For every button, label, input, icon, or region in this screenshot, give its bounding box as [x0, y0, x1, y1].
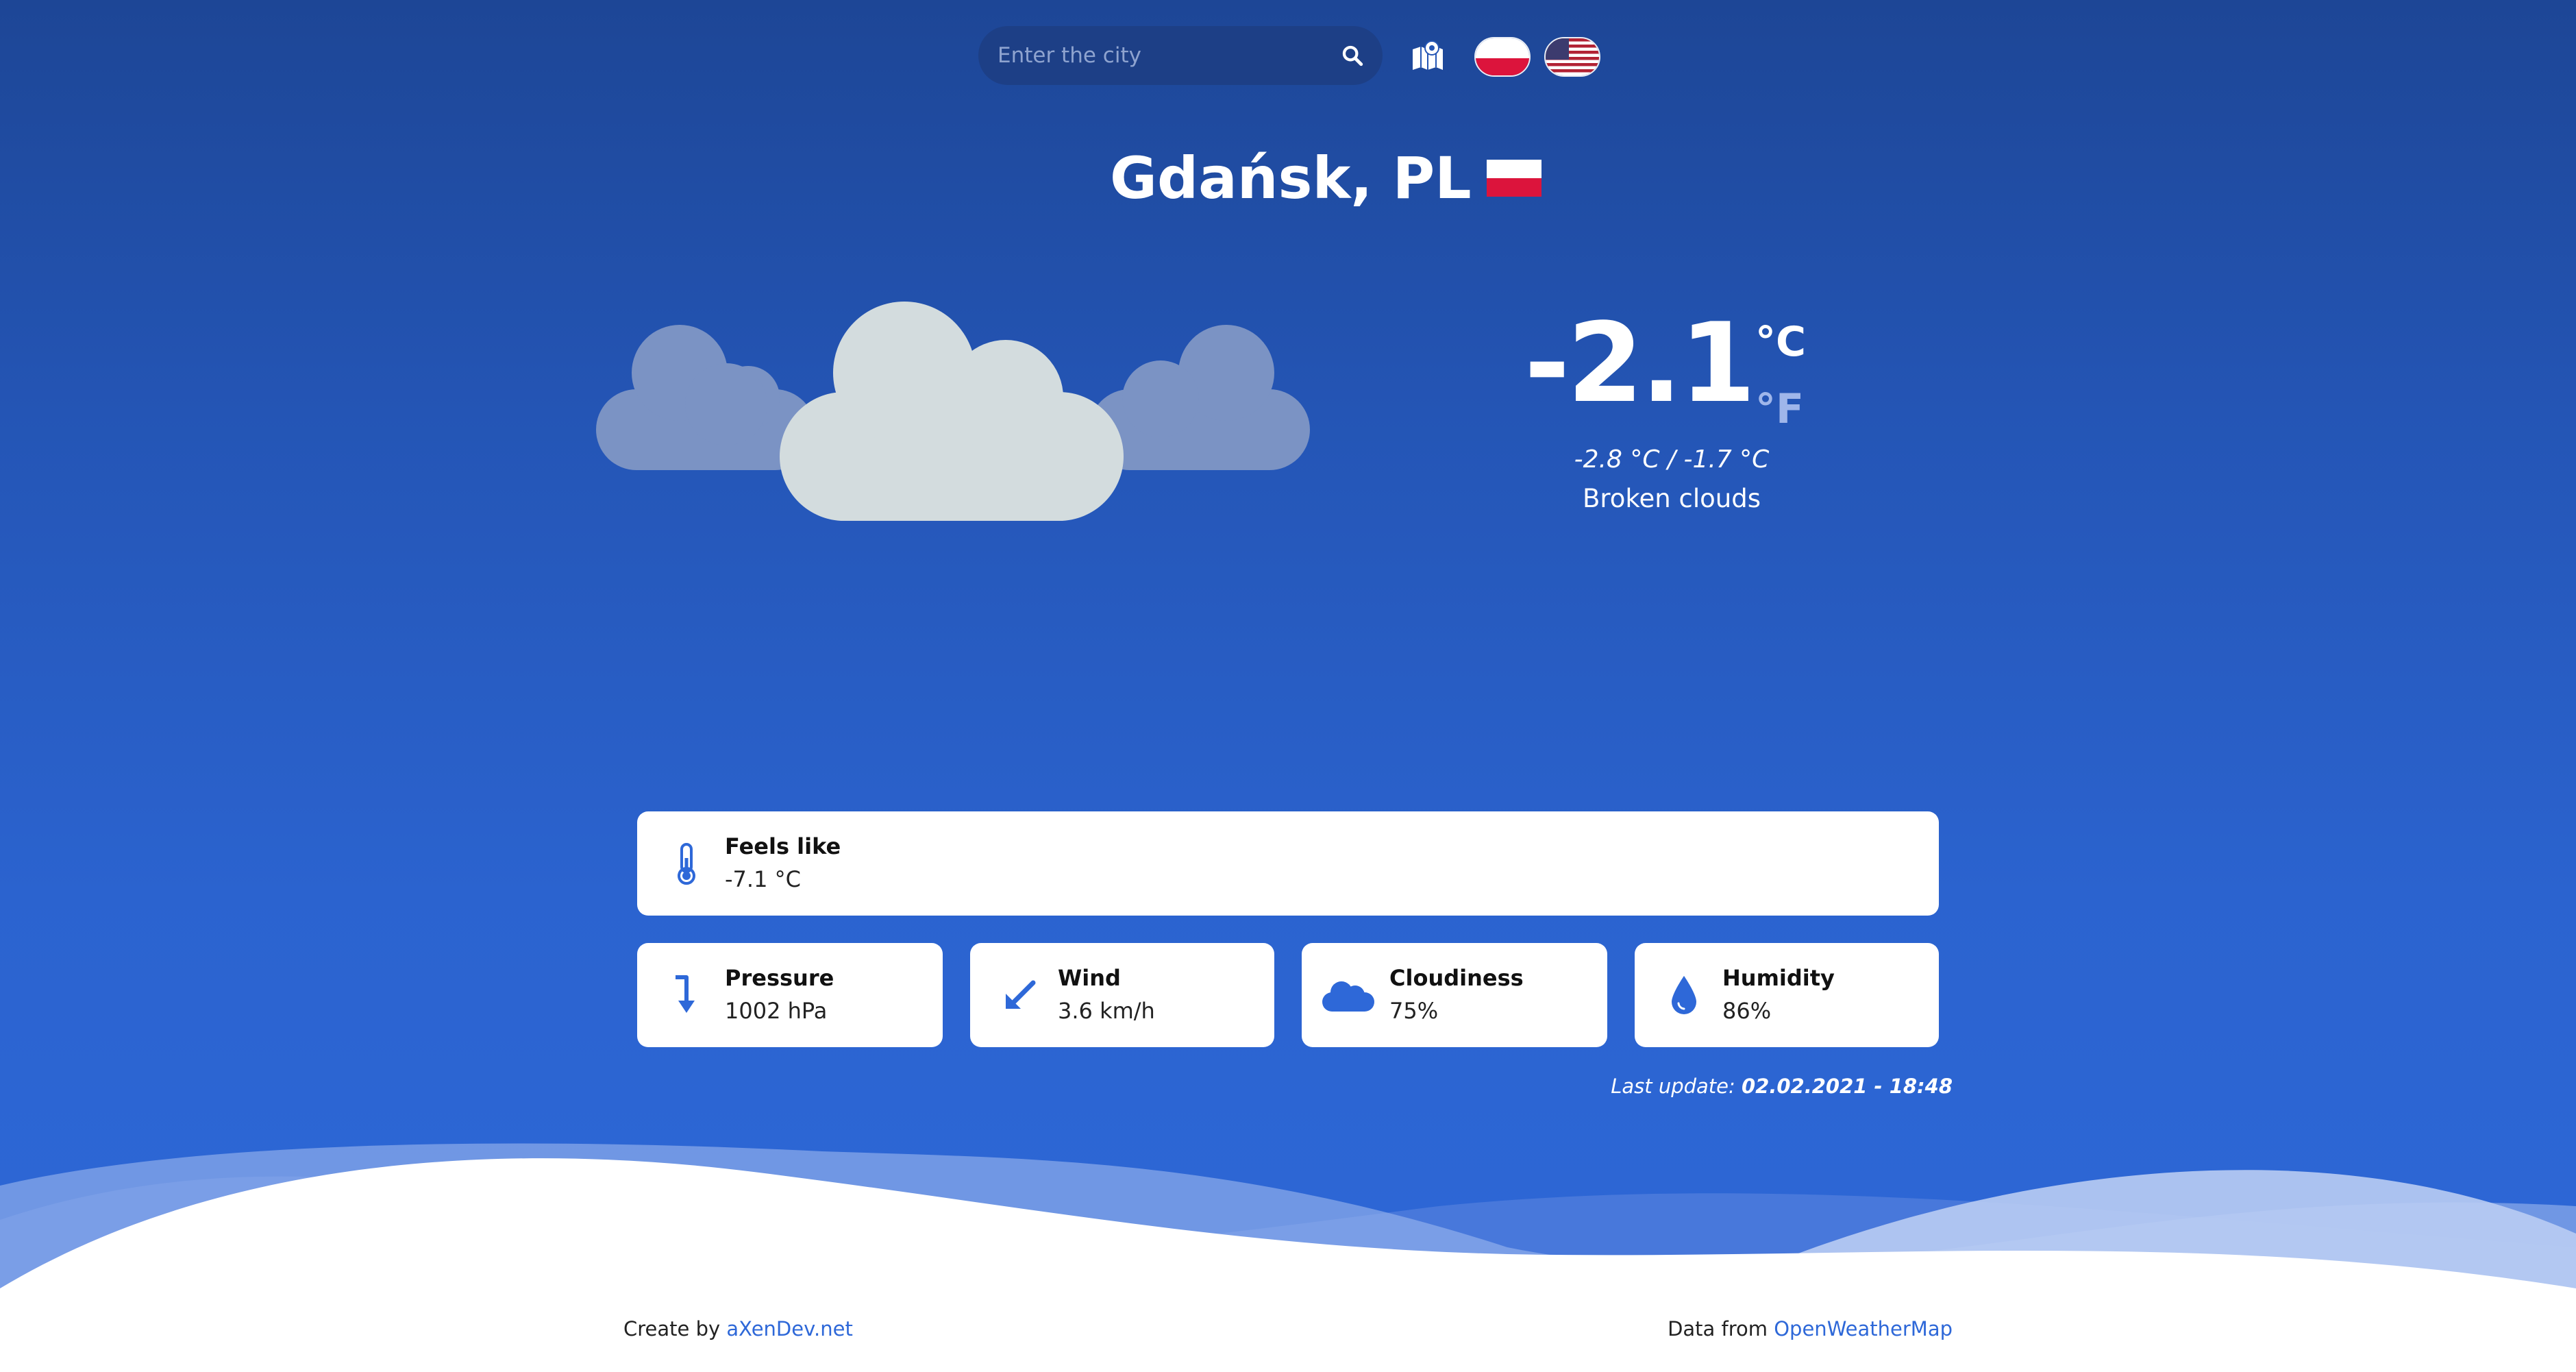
footer-credits: Create by aXenDev.net — [623, 1317, 853, 1340]
humidity-card: Humidity 86% — [1635, 943, 1939, 1047]
feels-like-card: Feels like -7.1 °C — [637, 811, 1939, 916]
feels-like-value: -7.1 °C — [725, 866, 801, 892]
country-flag-icon — [1486, 160, 1541, 197]
unit-celsius-toggle[interactable]: °C — [1755, 318, 1806, 366]
wind-value: 3.6 km/h — [1058, 998, 1155, 1024]
search-icon — [1342, 45, 1363, 66]
wind-label: Wind — [1058, 965, 1121, 991]
broken-clouds-icon — [596, 302, 1310, 521]
wind-card: Wind 3.6 km/h — [970, 943, 1274, 1047]
cloudiness-label: Cloudiness — [1389, 965, 1524, 991]
thermometer-icon — [665, 842, 708, 885]
last-update: Last update: 02.02.2021 - 18:48 — [1611, 1075, 1953, 1098]
cloud-icon — [1321, 973, 1376, 1017]
temperature-range: -2.8 °C / -1.7 °C — [1574, 445, 1770, 474]
pressure-value: 1002 hPa — [725, 998, 828, 1024]
last-update-label: Last update: — [1611, 1075, 1735, 1098]
feels-like-label: Feels like — [725, 833, 841, 859]
humidity-value: 86% — [1722, 998, 1772, 1024]
decorative-waves — [0, 1143, 2576, 1372]
search-input[interactable] — [998, 26, 1320, 85]
droplet-icon — [1662, 973, 1706, 1017]
pressure-label: Pressure — [725, 965, 834, 991]
search-box — [978, 26, 1383, 85]
footer-credits-label: Create by — [623, 1317, 721, 1340]
city-name: Gdańsk, PL — [1110, 145, 1472, 212]
pressure-card: Pressure 1002 hPa — [637, 943, 943, 1047]
humidity-label: Humidity — [1722, 965, 1835, 991]
search-button[interactable] — [1335, 38, 1370, 73]
wind-arrow-icon — [998, 973, 1041, 1017]
unit-fahrenheit-toggle[interactable]: °F — [1755, 385, 1804, 433]
footer-data-source: Data from OpenWeatherMap — [1668, 1317, 1953, 1340]
map-location-button[interactable] — [1410, 38, 1446, 74]
city-title: Gdańsk, PL — [1110, 143, 1541, 214]
flag-pl-icon — [1476, 38, 1529, 75]
weather-description: Broken clouds — [1583, 484, 1761, 513]
last-update-value: 02.02.2021 - 18:48 — [1742, 1075, 1953, 1098]
openweathermap-link[interactable]: OpenWeatherMap — [1774, 1317, 1953, 1340]
arrow-down-icon — [665, 973, 708, 1017]
map-pin-icon — [1413, 40, 1443, 70]
author-link[interactable]: aXenDev.net — [726, 1317, 852, 1340]
flag-us-icon — [1546, 38, 1599, 75]
footer-data-label: Data from — [1668, 1317, 1768, 1340]
language-en-button[interactable] — [1544, 37, 1600, 77]
cloudiness-card: Cloudiness 75% — [1302, 943, 1607, 1047]
cloudiness-value: 75% — [1389, 998, 1439, 1024]
temperature-value: -2.1 — [1524, 299, 1756, 427]
language-pl-button[interactable] — [1474, 37, 1531, 77]
